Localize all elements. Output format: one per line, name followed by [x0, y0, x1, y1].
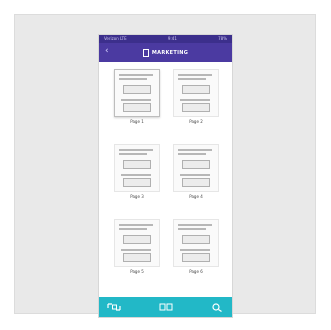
carrier-label: Verizon LTE — [104, 36, 127, 41]
page-label: Page 4 — [189, 194, 203, 199]
page-grid: Page 1 Page 2 Page 3 Page 4 Page 5 Page … — [99, 62, 232, 298]
page-thumbnail — [114, 144, 160, 192]
page-tile-3[interactable]: Page 3 — [114, 144, 160, 199]
page-tile-5[interactable]: Page 5 — [114, 219, 160, 274]
page-label: Page 6 — [189, 269, 203, 274]
page-tile-4[interactable]: Page 4 — [173, 144, 219, 199]
page-thumbnail — [173, 69, 219, 117]
page-title: MARKETING — [151, 49, 189, 56]
page-label: Page 1 — [130, 119, 144, 124]
pages-icon[interactable] — [157, 301, 175, 313]
page-label: Page 2 — [189, 119, 203, 124]
phone-screen: Verizon LTE 9:41 78% ‹ MARKETING Page 1 — [99, 35, 232, 317]
document-icon — [142, 48, 149, 57]
bottom-toolbar — [99, 297, 232, 317]
page-label: Page 5 — [130, 269, 144, 274]
battery-label: 78% — [218, 36, 227, 41]
page-tile-1[interactable]: Page 1 — [114, 69, 160, 124]
scan-icon[interactable] — [105, 301, 123, 313]
page-thumbnail — [114, 69, 160, 117]
search-icon[interactable] — [208, 301, 226, 313]
page-thumbnail — [114, 219, 160, 267]
page-tile-2[interactable]: Page 2 — [173, 69, 219, 124]
page-thumbnail — [173, 144, 219, 192]
back-icon[interactable]: ‹ — [105, 46, 109, 56]
page-tile-6[interactable]: Page 6 — [173, 219, 219, 274]
status-bar: Verizon LTE 9:41 78% — [99, 35, 232, 43]
app-header: ‹ MARKETING — [99, 43, 232, 62]
page-thumbnail — [173, 219, 219, 267]
header-title-wrap: MARKETING — [142, 48, 189, 57]
time-label: 9:41 — [167, 36, 177, 41]
page-label: Page 3 — [130, 194, 144, 199]
